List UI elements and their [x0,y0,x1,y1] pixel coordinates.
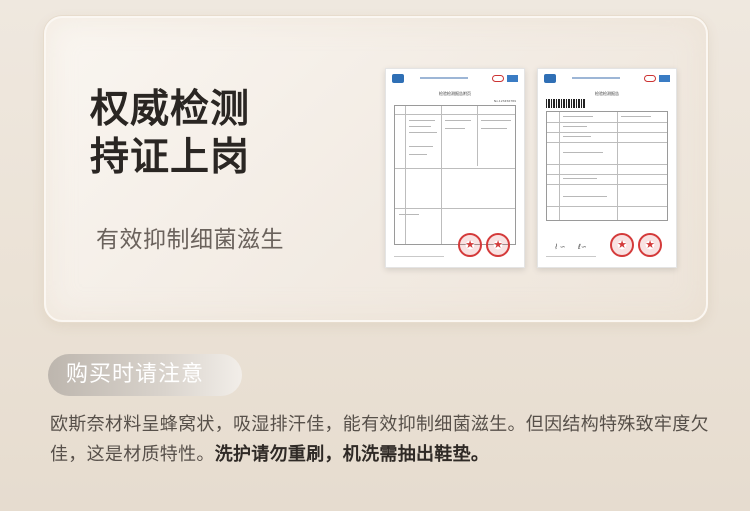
table-row [547,132,667,133]
report-title: 检验检测报告附页 [439,91,471,96]
cma-logo-icon [544,74,556,83]
cma-logo-icon [392,74,404,83]
notice-badge-label: 购买时请注意 [66,362,205,387]
red-seal-icon [458,233,482,257]
table-row [547,174,667,175]
page-title: 权威检测 持证上岗 [90,86,250,182]
report-title: 检验检测报告 [595,91,619,96]
table-row [547,142,667,143]
red-seal-icon [638,233,662,257]
headline-line-1: 权威检测 [90,87,251,132]
header-rule [572,77,620,79]
table-col [477,106,478,166]
hero-subtitle: 有效抑制细菌滋生 [96,227,284,253]
headline-line-2: 持证上岗 [90,135,251,180]
table-col [441,106,442,244]
notice-badge: 购买时请注意 [48,354,242,396]
table-row [547,184,667,185]
table-row [547,164,667,165]
notice-text: 欧斯奈材料呈蜂窝状，吸湿排汗佳，能有效抑制细菌滋生。但因结构特殊致牢度欠佳，这是… [50,410,710,470]
report-table [394,105,516,245]
table-col [559,112,560,220]
report-table [546,111,668,221]
report-footer [546,256,596,257]
ilac-logo-icon [659,75,670,82]
report-header [392,74,518,86]
signature: ℓ∽ [578,243,587,251]
table-row [395,208,515,209]
header-rule [420,77,468,79]
table-row [395,168,515,169]
cnas-logo-icon [492,75,504,82]
table-row [547,206,667,207]
table-row [547,122,667,123]
signature: ⌇ ∽ [554,243,566,251]
notice-text-bold: 洗护请勿重刷，机洗需抽出鞋垫。 [214,444,490,465]
test-report-attachment[interactable]: 检验检测报告附页 No.123456789 [385,68,525,268]
red-seal-icon [486,233,510,257]
report-header [544,74,670,86]
report-footer [394,256,444,257]
test-report[interactable]: 检验检测报告 ⌇ ∽ ℓ∽ [537,68,677,268]
table-col [617,112,618,220]
barcode-icon [546,99,586,108]
table-col [405,106,406,244]
ilac-logo-icon [507,75,518,82]
red-seal-icon [610,233,634,257]
report-code: No.123456789 [493,99,516,103]
cnas-logo-icon [644,75,656,82]
table-row [395,114,515,115]
